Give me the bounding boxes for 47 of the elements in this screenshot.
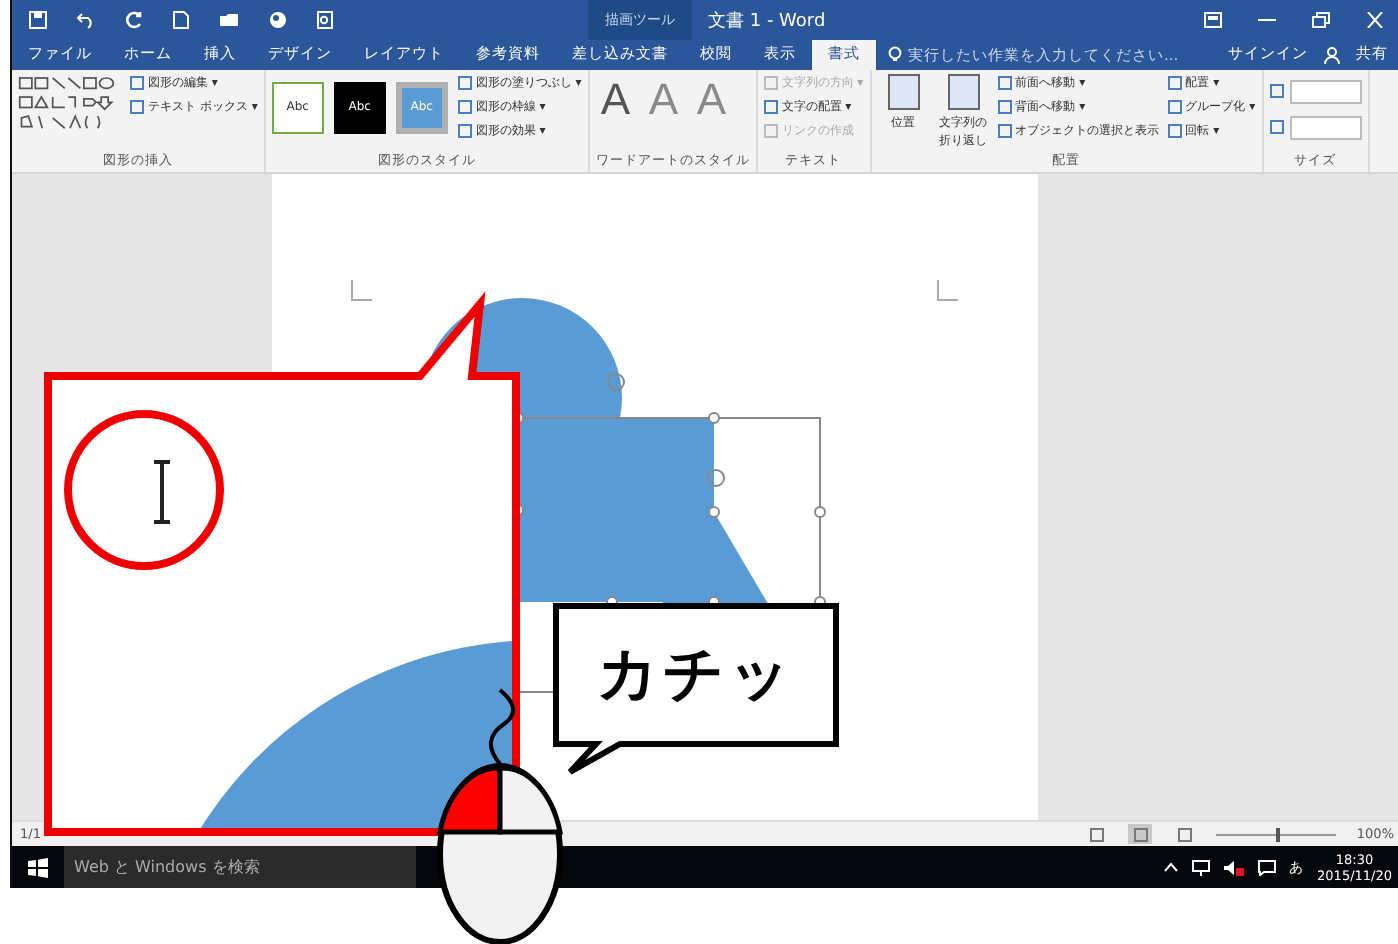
read-mode-icon[interactable]	[1084, 824, 1109, 845]
square-icon	[1167, 123, 1182, 138]
zoom-slider-thumb[interactable]	[1276, 827, 1281, 842]
close-icon[interactable]	[1366, 12, 1384, 28]
square-icon	[997, 123, 1012, 138]
web-layout-icon[interactable]	[1172, 824, 1197, 845]
rotate-handle-icon[interactable]	[606, 373, 724, 488]
document-icon[interactable]	[172, 10, 190, 30]
print-preview-icon[interactable]	[316, 10, 334, 30]
redo-icon[interactable]	[124, 10, 144, 30]
square-icon	[763, 75, 778, 90]
print-layout-icon[interactable]	[1128, 824, 1153, 845]
square-icon	[763, 123, 778, 138]
square-icon	[130, 75, 144, 90]
page-icon	[947, 73, 980, 110]
height-field[interactable]	[1289, 79, 1362, 104]
folder-icon[interactable]	[218, 10, 240, 30]
square-icon	[457, 75, 472, 90]
undo-icon[interactable]	[76, 10, 96, 30]
paint-icon[interactable]	[268, 10, 288, 30]
square-icon	[1167, 99, 1182, 114]
square-icon	[997, 99, 1012, 114]
restore-icon[interactable]	[1312, 12, 1330, 28]
square-icon	[457, 123, 472, 138]
taskbar-search-field[interactable]: Web と Windows を検索	[64, 846, 416, 888]
window-title: 文書 1 - Word	[708, 9, 828, 33]
page-icon	[887, 73, 920, 110]
square-icon	[997, 75, 1012, 90]
windows-start-icon[interactable]	[28, 857, 48, 877]
chevron-up-icon[interactable]	[1163, 862, 1178, 872]
lightbulb-icon	[888, 45, 902, 64]
size-icon	[1269, 84, 1284, 99]
size-icon	[1269, 120, 1284, 135]
person-icon	[1324, 45, 1340, 64]
notification-icon[interactable]	[1257, 859, 1276, 875]
width-field[interactable]	[1289, 115, 1362, 140]
network-icon[interactable]	[1191, 859, 1210, 875]
margin-mark	[350, 279, 372, 302]
save-icon[interactable]	[28, 10, 48, 30]
speech-bubble-text: カチッ	[597, 638, 795, 714]
square-icon	[130, 99, 144, 114]
speaker-muted-icon[interactable]	[1223, 859, 1244, 875]
margin-mark	[936, 279, 958, 302]
square-icon	[1167, 75, 1182, 90]
square-icon	[763, 99, 778, 114]
ribbon-display-icon[interactable]	[1204, 12, 1222, 28]
square-icon	[457, 99, 472, 114]
